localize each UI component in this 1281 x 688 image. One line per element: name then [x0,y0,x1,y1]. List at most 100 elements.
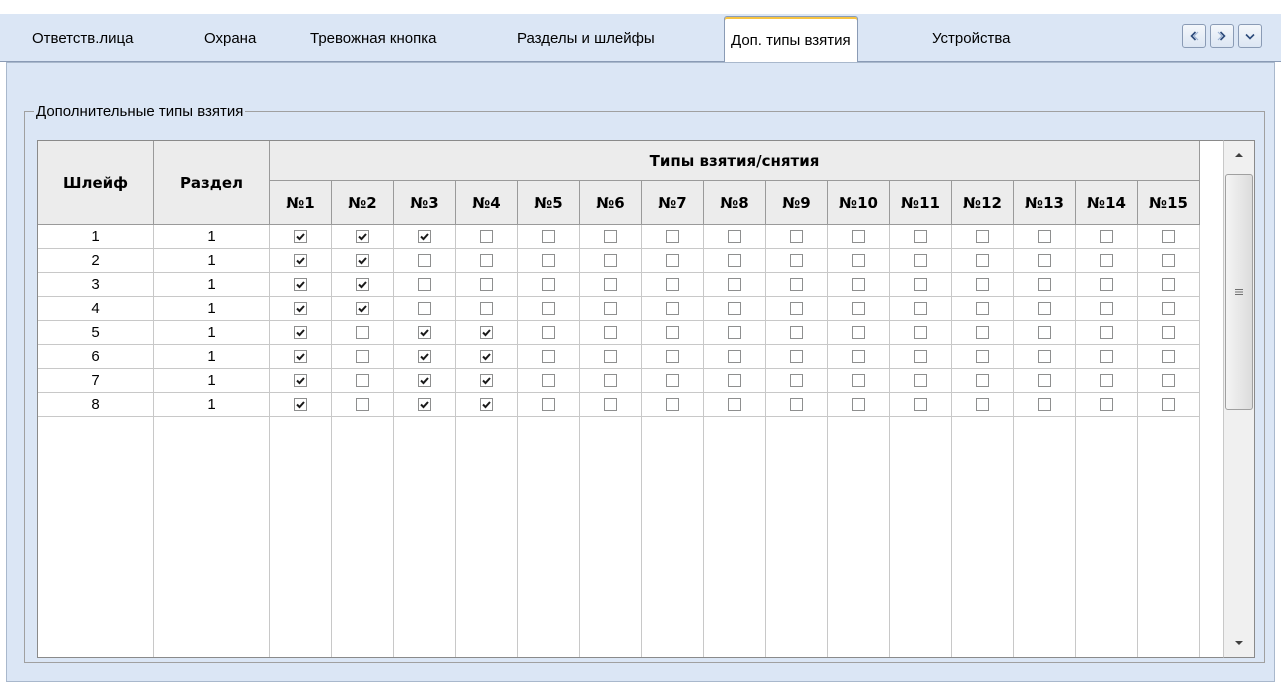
loop-cell[interactable]: 1 [38,225,154,249]
loop-cell[interactable]: 8 [38,393,154,417]
arm-type-checkbox[interactable] [914,350,927,363]
arm-type-checkbox[interactable] [790,230,803,243]
arm-type-checkbox[interactable] [728,374,741,387]
section-cell[interactable]: 1 [154,321,270,345]
arm-type-checkbox[interactable] [1038,326,1051,339]
arm-type-checkbox[interactable] [604,230,617,243]
arm-type-checkbox[interactable] [356,278,369,291]
arm-type-checkbox[interactable] [356,398,369,411]
arm-type-checkbox[interactable] [976,350,989,363]
arm-type-checkbox[interactable] [542,302,555,315]
arm-type-checkbox[interactable] [852,374,865,387]
column-header-loop[interactable]: Шлейф [38,141,154,225]
arm-type-checkbox[interactable] [418,350,431,363]
column-header-type[interactable]: №11 [890,181,952,225]
arm-type-checkbox[interactable] [976,302,989,315]
arm-type-checkbox[interactable] [1162,278,1175,291]
arm-type-checkbox[interactable] [666,278,679,291]
arm-type-checkbox[interactable] [1038,254,1051,267]
arm-type-checkbox[interactable] [976,254,989,267]
arm-type-checkbox[interactable] [604,350,617,363]
arm-type-checkbox[interactable] [542,326,555,339]
arm-type-checkbox[interactable] [480,254,493,267]
arm-type-checkbox[interactable] [604,398,617,411]
arm-type-checkbox[interactable] [294,398,307,411]
arm-type-checkbox[interactable] [604,326,617,339]
arm-type-checkbox[interactable] [790,278,803,291]
arm-type-checkbox[interactable] [356,302,369,315]
tab-scroll-right-button[interactable] [1210,24,1234,48]
arm-type-checkbox[interactable] [914,278,927,291]
arm-type-checkbox[interactable] [852,326,865,339]
arm-type-checkbox[interactable] [480,326,493,339]
arm-type-checkbox[interactable] [1038,230,1051,243]
arm-type-checkbox[interactable] [914,326,927,339]
column-header-type[interactable]: №10 [828,181,890,225]
column-header-type[interactable]: №13 [1014,181,1076,225]
arm-type-checkbox[interactable] [666,350,679,363]
arm-type-checkbox[interactable] [542,254,555,267]
arm-type-checkbox[interactable] [728,302,741,315]
arm-type-checkbox[interactable] [542,398,555,411]
arm-type-checkbox[interactable] [1162,254,1175,267]
arm-type-checkbox[interactable] [1100,254,1113,267]
arm-type-checkbox[interactable] [790,326,803,339]
arm-type-checkbox[interactable] [418,302,431,315]
arm-type-checkbox[interactable] [790,350,803,363]
arm-type-checkbox[interactable] [1162,350,1175,363]
arm-type-checkbox[interactable] [542,374,555,387]
arm-type-checkbox[interactable] [852,398,865,411]
arm-type-checkbox[interactable] [790,398,803,411]
arm-type-checkbox[interactable] [728,326,741,339]
arm-type-checkbox[interactable] [976,326,989,339]
arm-type-checkbox[interactable] [1162,398,1175,411]
arm-type-checkbox[interactable] [790,302,803,315]
arm-type-checkbox[interactable] [914,230,927,243]
arm-type-checkbox[interactable] [480,350,493,363]
loop-cell[interactable]: 2 [38,249,154,273]
arm-type-checkbox[interactable] [294,278,307,291]
tab-security[interactable]: Охрана [198,20,262,58]
tab-panic-button[interactable]: Тревожная кнопка [304,20,442,58]
arm-type-checkbox[interactable] [356,326,369,339]
arm-type-checkbox[interactable] [1162,326,1175,339]
arm-type-checkbox[interactable] [976,230,989,243]
column-header-section[interactable]: Раздел [154,141,270,225]
arm-type-checkbox[interactable] [294,350,307,363]
tab-list-button[interactable] [1238,24,1262,48]
column-header-type[interactable]: №3 [394,181,456,225]
section-cell[interactable]: 1 [154,369,270,393]
section-cell[interactable]: 1 [154,345,270,369]
column-header-type[interactable]: №14 [1076,181,1138,225]
arm-type-checkbox[interactable] [418,254,431,267]
arm-type-checkbox[interactable] [356,374,369,387]
arm-type-checkbox[interactable] [852,278,865,291]
column-header-type[interactable]: №9 [766,181,828,225]
arm-type-checkbox[interactable] [480,398,493,411]
arm-type-checkbox[interactable] [542,350,555,363]
arm-type-checkbox[interactable] [604,374,617,387]
column-header-type[interactable]: №1 [270,181,332,225]
arm-type-checkbox[interactable] [1100,374,1113,387]
scroll-down-button[interactable] [1224,629,1254,657]
loop-cell[interactable]: 7 [38,369,154,393]
arm-type-checkbox[interactable] [976,374,989,387]
tab-extra-arm-types[interactable]: Доп. типы взятия [724,16,858,63]
arm-type-checkbox[interactable] [852,230,865,243]
column-header-type[interactable]: №15 [1138,181,1200,225]
arm-type-checkbox[interactable] [418,230,431,243]
column-header-type[interactable]: №7 [642,181,704,225]
arm-type-checkbox[interactable] [1100,278,1113,291]
scroll-up-button[interactable] [1224,141,1254,169]
arm-type-checkbox[interactable] [1100,326,1113,339]
arm-type-checkbox[interactable] [666,398,679,411]
arm-type-checkbox[interactable] [1162,230,1175,243]
arm-type-checkbox[interactable] [356,254,369,267]
arm-type-checkbox[interactable] [666,302,679,315]
arm-type-checkbox[interactable] [418,278,431,291]
arm-type-checkbox[interactable] [790,374,803,387]
column-header-type[interactable]: №4 [456,181,518,225]
arm-type-checkbox[interactable] [1038,278,1051,291]
column-header-type[interactable]: №6 [580,181,642,225]
arm-type-checkbox[interactable] [1100,230,1113,243]
